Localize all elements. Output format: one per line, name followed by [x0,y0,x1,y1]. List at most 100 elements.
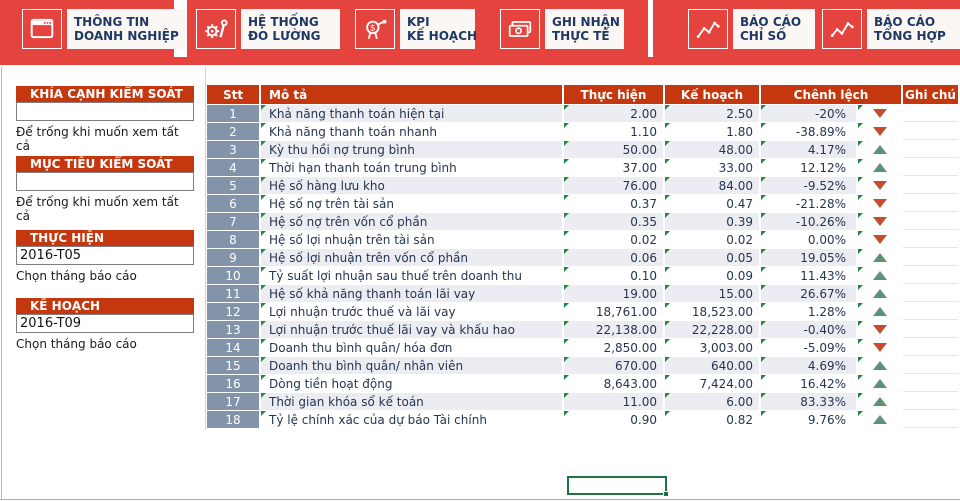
row-number-cell[interactable]: 4 [207,159,259,176]
plan-value-cell[interactable]: 22,228.00 [665,321,759,338]
diff-percent-cell[interactable]: -21.28% [761,195,856,212]
fill-handle[interactable] [663,491,669,497]
description-cell[interactable]: Tỷ lệ chính xác của dự báo Tài chính [261,411,562,428]
diff-percent-cell[interactable]: 11.43% [761,267,856,284]
diff-percent-cell[interactable]: -38.89% [761,123,856,140]
description-cell[interactable]: Dòng tiền hoạt động [261,375,562,392]
plan-month-input[interactable] [16,314,194,333]
row-number-cell[interactable]: 2 [207,123,259,140]
note-cell[interactable] [903,267,958,284]
actual-value-cell[interactable]: 1.10 [564,123,663,140]
measurement-system-button[interactable]: HỆ THỐNG ĐO LƯỜNG [196,9,340,49]
row-number-cell[interactable]: 12 [207,303,259,320]
row-number-cell[interactable]: 3 [207,141,259,158]
kpi-plan-button[interactable]: $ KPI KẾ HOẠCH [355,9,475,49]
description-cell[interactable]: Thời gian khóa sổ kế toán [261,393,562,410]
actual-value-cell[interactable]: 22,138.00 [564,321,663,338]
note-cell[interactable] [903,249,958,266]
summary-report-button[interactable]: BÁO CÁO TỔNG HỢP [822,9,960,49]
description-cell[interactable]: Thời hạn thanh toán trung bình [261,159,562,176]
plan-value-cell[interactable]: 6.00 [665,393,759,410]
selected-cell-outline[interactable] [567,476,667,495]
note-cell[interactable] [903,159,958,176]
plan-value-cell[interactable]: 33.00 [665,159,759,176]
description-cell[interactable]: Khả năng thanh toán nhanh [261,123,562,140]
actual-value-cell[interactable]: 18,761.00 [564,303,663,320]
description-cell[interactable]: Hệ số khả năng thanh toán lãi vay [261,285,562,302]
aspect-filter-input[interactable] [16,102,194,121]
description-cell[interactable]: Lợi nhuận trước thuế lãi vay và khấu hao [261,321,562,338]
note-cell[interactable] [903,357,958,374]
note-cell[interactable] [903,213,958,230]
plan-value-cell[interactable]: 7,424.00 [665,375,759,392]
note-cell[interactable] [903,141,958,158]
plan-value-cell[interactable]: 0.02 [665,231,759,248]
row-number-cell[interactable]: 1 [207,105,259,122]
actual-value-cell[interactable]: 0.10 [564,267,663,284]
note-cell[interactable] [903,339,958,356]
diff-percent-cell[interactable]: -5.09% [761,339,856,356]
actual-value-cell[interactable]: 0.90 [564,411,663,428]
row-number-cell[interactable]: 14 [207,339,259,356]
row-number-cell[interactable]: 6 [207,195,259,212]
note-cell[interactable] [903,177,958,194]
description-cell[interactable]: Hệ số hàng lưu kho [261,177,562,194]
plan-value-cell[interactable]: 0.09 [665,267,759,284]
note-cell[interactable] [903,393,958,410]
diff-percent-cell[interactable]: 16.42% [761,375,856,392]
row-number-cell[interactable]: 15 [207,357,259,374]
diff-percent-cell[interactable]: 4.17% [761,141,856,158]
note-cell[interactable] [903,321,958,338]
description-cell[interactable]: Doanh thu bình quân/ hóa đơn [261,339,562,356]
plan-value-cell[interactable]: 0.82 [665,411,759,428]
index-report-button[interactable]: BÁO CÁO CHỈ SỐ [688,9,815,49]
plan-value-cell[interactable]: 640.00 [665,357,759,374]
diff-percent-cell[interactable]: -9.52% [761,177,856,194]
description-cell[interactable]: Hệ số lợi nhuận trên vốn cổ phần [261,249,562,266]
diff-percent-cell[interactable]: 12.12% [761,159,856,176]
actual-value-cell[interactable]: 0.37 [564,195,663,212]
diff-percent-cell[interactable]: 19.05% [761,249,856,266]
company-info-button[interactable]: THÔNG TIN DOANH NGHIỆP [22,9,186,49]
actual-month-input[interactable] [16,246,194,265]
diff-percent-cell[interactable]: 9.76% [761,411,856,428]
description-cell[interactable]: Hệ số nợ trên tài sản [261,195,562,212]
plan-value-cell[interactable]: 0.05 [665,249,759,266]
plan-value-cell[interactable]: 48.00 [665,141,759,158]
plan-value-cell[interactable]: 0.39 [665,213,759,230]
actual-value-cell[interactable]: 0.35 [564,213,663,230]
description-cell[interactable]: Tỷ suất lợi nhuận sau thuế trên doanh th… [261,267,562,284]
note-cell[interactable] [903,411,958,428]
note-cell[interactable] [903,231,958,248]
description-cell[interactable]: Doanh thu bình quân/ nhân viên [261,357,562,374]
actual-value-cell[interactable]: 0.02 [564,231,663,248]
row-number-cell[interactable]: 10 [207,267,259,284]
objective-filter-input[interactable] [16,172,194,191]
plan-value-cell[interactable]: 3,003.00 [665,339,759,356]
description-cell[interactable]: Hệ số lợi nhuận trên tài sản [261,231,562,248]
plan-value-cell[interactable]: 18,523.00 [665,303,759,320]
actual-value-cell[interactable]: 76.00 [564,177,663,194]
diff-percent-cell[interactable]: 0.00% [761,231,856,248]
diff-percent-cell[interactable]: 1.28% [761,303,856,320]
plan-value-cell[interactable]: 1.80 [665,123,759,140]
note-cell[interactable] [903,195,958,212]
actual-value-cell[interactable]: 8,643.00 [564,375,663,392]
note-cell[interactable] [903,375,958,392]
actual-value-cell[interactable]: 11.00 [564,393,663,410]
row-number-cell[interactable]: 8 [207,231,259,248]
plan-value-cell[interactable]: 0.47 [665,195,759,212]
row-number-cell[interactable]: 16 [207,375,259,392]
row-number-cell[interactable]: 9 [207,249,259,266]
description-cell[interactable]: Lợi nhuận trước thuế và lãi vay [261,303,562,320]
actual-value-cell[interactable]: 19.00 [564,285,663,302]
plan-value-cell[interactable]: 2.50 [665,105,759,122]
diff-percent-cell[interactable]: -0.40% [761,321,856,338]
row-number-cell[interactable]: 13 [207,321,259,338]
diff-percent-cell[interactable]: -10.26% [761,213,856,230]
note-cell[interactable] [903,105,958,122]
description-cell[interactable]: Hệ số nợ trên vốn cổ phần [261,213,562,230]
actual-value-cell[interactable]: 2,850.00 [564,339,663,356]
actual-value-cell[interactable]: 670.00 [564,357,663,374]
row-number-cell[interactable]: 18 [207,411,259,428]
